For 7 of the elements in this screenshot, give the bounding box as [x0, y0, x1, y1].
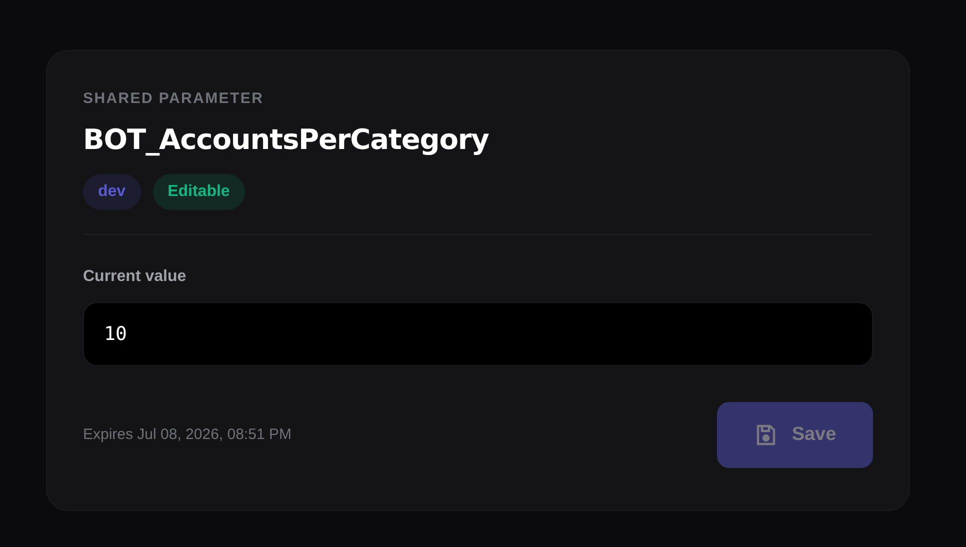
tag: dev — [83, 174, 141, 210]
field-label: Current value — [83, 267, 188, 287]
tag: Editable — [152, 174, 245, 210]
card-eyebrow: SHARED PARAMETER — [83, 89, 265, 109]
expiry-text: Expires Jul 08, 2026, 08:51 PM — [83, 424, 292, 445]
value-input[interactable]: 10 — [83, 302, 873, 366]
parameter-name: BOT_AccountsPerCategory — [83, 123, 490, 157]
